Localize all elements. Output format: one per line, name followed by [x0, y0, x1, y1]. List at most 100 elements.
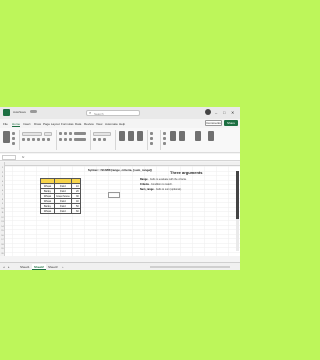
- align-left-icon[interactable]: [59, 138, 62, 141]
- borders-icon[interactable]: [37, 138, 40, 141]
- find-select-icon[interactable]: [179, 131, 185, 141]
- format-cells-icon[interactable]: [150, 142, 153, 145]
- close-button[interactable]: ✕: [231, 110, 234, 115]
- table-row: Wheat Field 60: [40, 208, 81, 214]
- comments-button[interactable]: Comments: [205, 120, 222, 126]
- menu-home[interactable]: Home: [12, 122, 21, 127]
- share-button[interactable]: Share: [224, 120, 238, 126]
- argument-text: - Cells to sum (optional).: [154, 188, 182, 191]
- align-top-icon[interactable]: [59, 132, 62, 135]
- row-number: 8: [1, 198, 4, 201]
- add-ins-icon[interactable]: [195, 131, 201, 141]
- name-box[interactable]: [2, 155, 16, 160]
- menu-insert[interactable]: Insert: [23, 122, 31, 126]
- row-number: 1: [1, 167, 4, 169]
- autosum-icon[interactable]: [163, 132, 166, 135]
- italic-icon[interactable]: [27, 138, 30, 141]
- sheet-tab-1[interactable]: Sheet1: [18, 264, 32, 270]
- delete-cells-icon[interactable]: [150, 137, 153, 140]
- percent-icon[interactable]: [98, 138, 101, 141]
- cut-icon[interactable]: [12, 132, 15, 135]
- conditional-format-icon[interactable]: [119, 131, 125, 141]
- underline-icon[interactable]: [32, 138, 35, 141]
- analyze-data-icon[interactable]: [208, 131, 214, 141]
- argument-sum-range: Sum_range - Cells to sum (optional).: [140, 188, 181, 191]
- search-icon: ⌕: [89, 110, 92, 115]
- autosave-toggle[interactable]: [30, 110, 37, 113]
- sort-filter-icon[interactable]: [170, 131, 176, 141]
- divider: [56, 130, 57, 150]
- horizontal-scrollbar[interactable]: [150, 266, 230, 268]
- font-select[interactable]: [22, 132, 42, 136]
- align-middle-icon[interactable]: [64, 132, 67, 135]
- clear-icon[interactable]: [163, 142, 166, 145]
- align-right-icon[interactable]: [69, 138, 72, 141]
- sheet-tab-2[interactable]: Sheet2: [32, 264, 46, 270]
- row-number: 6: [1, 189, 4, 192]
- fill-icon[interactable]: [163, 137, 166, 140]
- align-bottom-icon[interactable]: [69, 132, 72, 135]
- maximize-button[interactable]: □: [223, 110, 225, 115]
- vertical-scrollbar-thumb[interactable]: [236, 171, 239, 219]
- row-number: 16: [1, 234, 4, 237]
- menu-review[interactable]: Review: [84, 122, 94, 126]
- menu-help[interactable]: Help: [119, 122, 125, 126]
- menu-formulas[interactable]: Formulas: [61, 122, 74, 126]
- formula-cell[interactable]: [108, 192, 120, 198]
- menu-data[interactable]: Data: [75, 122, 81, 126]
- menu-page-layout[interactable]: Page Layout: [43, 122, 60, 126]
- argument-range: Range - Cells to evaluate with the crite…: [140, 178, 187, 181]
- row-headers: 1 2 3 4 5 6 7 8 9 10 11 12 13 14 15 16 1…: [0, 162, 5, 256]
- arguments-title: Three arguments: [170, 170, 203, 175]
- data-table: Wheat Field 10 Barley Field 20 Wheat Gre…: [40, 178, 81, 214]
- bold-icon[interactable]: [22, 138, 25, 141]
- title-bar: AutoSave ⌕ Search – □ ✕: [0, 107, 240, 119]
- row-number: 20: [1, 252, 4, 255]
- search-input[interactable]: ⌕ Search: [86, 110, 140, 116]
- divider: [19, 130, 20, 150]
- autosave-label: AutoSave: [13, 110, 27, 114]
- menu-automate[interactable]: Automate: [105, 122, 118, 126]
- table-cell[interactable]: 60: [70, 208, 81, 214]
- table-cell[interactable]: Field: [54, 208, 72, 214]
- column-headers: [0, 162, 240, 166]
- sheet-tab-3[interactable]: Sheet3: [46, 264, 60, 270]
- excel-app-icon: [3, 109, 10, 116]
- wrap-text-icon[interactable]: [74, 132, 86, 135]
- font-size-select[interactable]: [44, 132, 52, 136]
- minimize-button[interactable]: –: [215, 110, 217, 115]
- paste-icon[interactable]: [3, 131, 10, 143]
- next-sheet-icon[interactable]: ▸: [8, 265, 10, 269]
- prev-sheet-icon[interactable]: ◂: [3, 265, 5, 269]
- avatar[interactable]: [205, 109, 211, 115]
- number-format-select[interactable]: [93, 132, 111, 136]
- fill-color-icon[interactable]: [42, 138, 45, 141]
- ribbon: [0, 128, 240, 153]
- table-cell[interactable]: Wheat: [40, 208, 55, 214]
- worksheet-grid[interactable]: 1 2 3 4 5 6 7 8 9 10 11 12 13 14 15 16 1…: [0, 162, 240, 256]
- font-color-icon[interactable]: [47, 138, 50, 141]
- row-number: 2: [1, 171, 4, 174]
- merge-center-icon[interactable]: [74, 138, 86, 141]
- search-placeholder: Search: [94, 112, 104, 116]
- menu-view[interactable]: View: [96, 122, 102, 126]
- insert-cells-icon[interactable]: [150, 132, 153, 135]
- menu-draw[interactable]: Draw: [34, 122, 41, 126]
- cell-styles-icon[interactable]: [137, 131, 143, 141]
- align-center-icon[interactable]: [64, 138, 67, 141]
- divider: [115, 130, 116, 150]
- row-number: 9: [1, 203, 4, 205]
- copy-icon[interactable]: [12, 137, 15, 140]
- row-number: 12: [1, 216, 4, 219]
- add-sheet-button[interactable]: +: [62, 265, 64, 269]
- currency-icon[interactable]: [93, 138, 96, 141]
- row-number: 14: [1, 225, 4, 228]
- format-painter-icon[interactable]: [12, 142, 15, 145]
- menu-file[interactable]: File: [3, 122, 8, 126]
- fx-icon[interactable]: fx: [22, 155, 24, 159]
- row-number: 3: [1, 176, 4, 178]
- divider: [160, 130, 161, 150]
- row-number: 11: [1, 212, 4, 214]
- comma-icon[interactable]: [103, 138, 106, 141]
- format-as-table-icon[interactable]: [128, 131, 134, 141]
